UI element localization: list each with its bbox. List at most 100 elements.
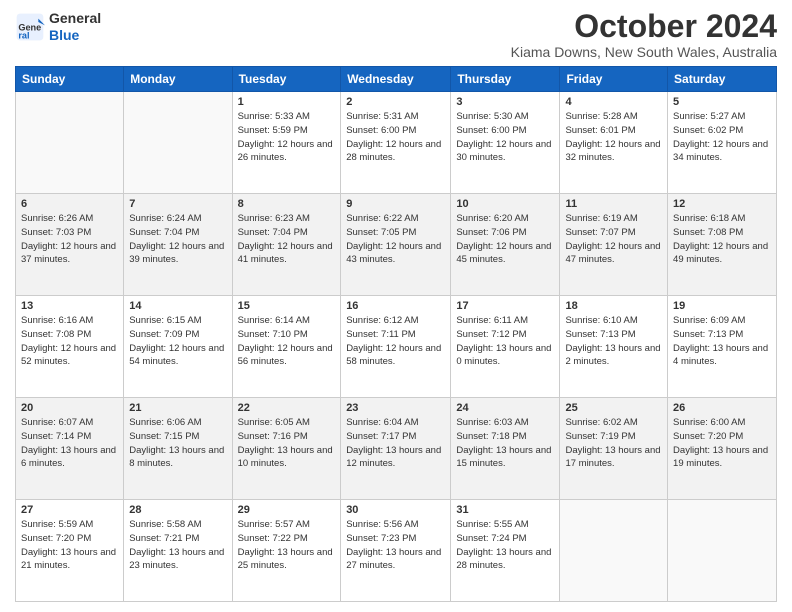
sunset: Sunset: 7:04 PM bbox=[238, 227, 308, 238]
day-info: Sunrise: 6:09 AMSunset: 7:13 PMDaylight:… bbox=[673, 314, 771, 369]
day-info: Sunrise: 5:56 AMSunset: 7:23 PMDaylight:… bbox=[346, 518, 445, 573]
col-tuesday: Tuesday bbox=[232, 67, 341, 92]
table-row: 1 Sunrise: 5:33 AM Sunset: 5:59 PM Daylight… bbox=[232, 92, 341, 194]
calendar-week-row: 6 Sunrise: 6:26 AMSunset: 7:03 PMDaylight… bbox=[16, 194, 777, 296]
title-block: October 2024 Kiama Downs, New South Wale… bbox=[511, 10, 777, 60]
day-number: 17 bbox=[456, 300, 554, 312]
day-number: 3 bbox=[456, 96, 554, 108]
day-info: Sunrise: 6:12 AMSunset: 7:11 PMDaylight:… bbox=[346, 314, 445, 369]
sunrise: Sunrise: 6:07 AM bbox=[21, 417, 93, 428]
sunrise: Sunrise: 6:26 AM bbox=[21, 213, 93, 224]
day-number: 6 bbox=[21, 198, 118, 210]
day-info: Sunrise: 5:58 AMSunset: 7:21 PMDaylight:… bbox=[129, 518, 226, 573]
logo-icon: Gene ral bbox=[15, 12, 45, 42]
sunrise: Sunrise: 5:27 AM bbox=[673, 111, 745, 122]
day-info: Sunrise: 6:26 AMSunset: 7:03 PMDaylight:… bbox=[21, 212, 118, 267]
col-friday: Friday bbox=[560, 67, 668, 92]
calendar-week-row: 20Sunrise: 6:07 AMSunset: 7:14 PMDayligh… bbox=[16, 398, 777, 500]
day-number: 1 bbox=[238, 96, 336, 108]
sunrise: Sunrise: 6:24 AM bbox=[129, 213, 201, 224]
day-number: 23 bbox=[346, 402, 445, 414]
table-row: 16Sunrise: 6:12 AMSunset: 7:11 PMDayligh… bbox=[341, 296, 451, 398]
day-info: Sunrise: 5:55 AMSunset: 7:24 PMDaylight:… bbox=[456, 518, 554, 573]
sunrise: Sunrise: 6:02 AM bbox=[565, 417, 637, 428]
daylight: Daylight: 13 hours and 0 minutes. bbox=[456, 343, 551, 368]
sunset: Sunset: 7:06 PM bbox=[456, 227, 526, 238]
calendar-table: Sunday Monday Tuesday Wednesday Thursday… bbox=[15, 66, 777, 602]
table-row: 23Sunrise: 6:04 AMSunset: 7:17 PMDayligh… bbox=[341, 398, 451, 500]
calendar-week-row: 1 Sunrise: 5:33 AM Sunset: 5:59 PM Daylight… bbox=[16, 92, 777, 194]
sunrise: Sunrise: 6:16 AM bbox=[21, 315, 93, 326]
table-row: 9Sunrise: 6:22 AMSunset: 7:05 PMDaylight… bbox=[341, 194, 451, 296]
sunset: Sunset: 7:09 PM bbox=[129, 329, 199, 340]
daylight: Daylight: 12 hours and 58 minutes. bbox=[346, 343, 441, 368]
day-info: Sunrise: 6:06 AMSunset: 7:15 PMDaylight:… bbox=[129, 416, 226, 471]
day-number: 18 bbox=[565, 300, 662, 312]
day-number: 2 bbox=[346, 96, 445, 108]
sunset: Sunset: 7:24 PM bbox=[456, 533, 526, 544]
table-row: 30Sunrise: 5:56 AMSunset: 7:23 PMDayligh… bbox=[341, 500, 451, 602]
header: Gene ral General Blue October 2024 Kiama… bbox=[15, 10, 777, 60]
daylight: Daylight: 12 hours and 49 minutes. bbox=[673, 241, 768, 266]
day-info: Sunrise: 6:15 AMSunset: 7:09 PMDaylight:… bbox=[129, 314, 226, 369]
sunrise: Sunrise: 5:56 AM bbox=[346, 519, 418, 530]
daylight: Daylight: 12 hours and 26 minutes. bbox=[238, 139, 333, 164]
sunset: Sunset: 7:23 PM bbox=[346, 533, 416, 544]
table-row: 2Sunrise: 5:31 AMSunset: 6:00 PMDaylight… bbox=[341, 92, 451, 194]
day-number: 22 bbox=[238, 402, 336, 414]
sunset: Sunset: 5:59 PM bbox=[238, 125, 308, 136]
day-number: 7 bbox=[129, 198, 226, 210]
day-number: 24 bbox=[456, 402, 554, 414]
daylight: Daylight: 13 hours and 23 minutes. bbox=[129, 547, 224, 572]
day-info: Sunrise: 6:19 AMSunset: 7:07 PMDaylight:… bbox=[565, 212, 662, 267]
sunrise: Sunrise: 5:28 AM bbox=[565, 111, 637, 122]
sunset: Sunset: 6:00 PM bbox=[346, 125, 416, 136]
daylight: Daylight: 12 hours and 47 minutes. bbox=[565, 241, 660, 266]
table-row: 19Sunrise: 6:09 AMSunset: 7:13 PMDayligh… bbox=[668, 296, 777, 398]
sunset: Sunset: 7:16 PM bbox=[238, 431, 308, 442]
day-number: 8 bbox=[238, 198, 336, 210]
logo-text-line1: General bbox=[49, 10, 101, 27]
table-row bbox=[668, 500, 777, 602]
table-row: 18Sunrise: 6:10 AMSunset: 7:13 PMDayligh… bbox=[560, 296, 668, 398]
day-number: 15 bbox=[238, 300, 336, 312]
day-info: Sunrise: 6:03 AMSunset: 7:18 PMDaylight:… bbox=[456, 416, 554, 471]
table-row: 22Sunrise: 6:05 AMSunset: 7:16 PMDayligh… bbox=[232, 398, 341, 500]
day-info: Sunrise: 5:31 AMSunset: 6:00 PMDaylight:… bbox=[346, 110, 445, 165]
table-row: 17Sunrise: 6:11 AMSunset: 7:12 PMDayligh… bbox=[451, 296, 560, 398]
sunrise: Sunrise: 6:15 AM bbox=[129, 315, 201, 326]
table-row: 13Sunrise: 6:16 AMSunset: 7:08 PMDayligh… bbox=[16, 296, 124, 398]
daylight: Daylight: 12 hours and 37 minutes. bbox=[21, 241, 116, 266]
day-info: Sunrise: 5:33 AM Sunset: 5:59 PM Daylight:… bbox=[238, 110, 336, 165]
month-title: October 2024 bbox=[511, 10, 777, 42]
sunrise: Sunrise: 6:22 AM bbox=[346, 213, 418, 224]
sunrise: Sunrise: 6:12 AM bbox=[346, 315, 418, 326]
daylight: Daylight: 12 hours and 52 minutes. bbox=[21, 343, 116, 368]
svg-text:ral: ral bbox=[18, 30, 29, 40]
daylight: Daylight: 13 hours and 4 minutes. bbox=[673, 343, 768, 368]
col-thursday: Thursday bbox=[451, 67, 560, 92]
daylight: Daylight: 13 hours and 10 minutes. bbox=[238, 445, 333, 470]
daylight: Daylight: 13 hours and 2 minutes. bbox=[565, 343, 660, 368]
day-info: Sunrise: 6:00 AMSunset: 7:20 PMDaylight:… bbox=[673, 416, 771, 471]
day-number: 12 bbox=[673, 198, 771, 210]
day-info: Sunrise: 6:14 AMSunset: 7:10 PMDaylight:… bbox=[238, 314, 336, 369]
day-number: 31 bbox=[456, 504, 554, 516]
day-info: Sunrise: 6:02 AMSunset: 7:19 PMDaylight:… bbox=[565, 416, 662, 471]
day-number: 26 bbox=[673, 402, 771, 414]
sunset: Sunset: 7:20 PM bbox=[21, 533, 91, 544]
table-row: 20Sunrise: 6:07 AMSunset: 7:14 PMDayligh… bbox=[16, 398, 124, 500]
daylight: Daylight: 12 hours and 39 minutes. bbox=[129, 241, 224, 266]
sunrise: Sunrise: 6:10 AM bbox=[565, 315, 637, 326]
daylight: Daylight: 13 hours and 6 minutes. bbox=[21, 445, 116, 470]
sunrise: Sunrise: 5:33 AM bbox=[238, 111, 310, 122]
table-row: 27Sunrise: 5:59 AMSunset: 7:20 PMDayligh… bbox=[16, 500, 124, 602]
day-info: Sunrise: 6:07 AM Sunset: 7:14 PM Daylight:… bbox=[21, 416, 118, 471]
col-saturday: Saturday bbox=[668, 67, 777, 92]
table-row: 4Sunrise: 5:28 AMSunset: 6:01 PMDaylight… bbox=[560, 92, 668, 194]
sunrise: Sunrise: 5:31 AM bbox=[346, 111, 418, 122]
col-wednesday: Wednesday bbox=[341, 67, 451, 92]
table-row: 26 Sunrise: 6:00 AMSunset: 7:20 PMDayligh… bbox=[668, 398, 777, 500]
calendar-header-row: Sunday Monday Tuesday Wednesday Thursday… bbox=[16, 67, 777, 92]
sunset: Sunset: 7:14 PM bbox=[21, 431, 91, 442]
